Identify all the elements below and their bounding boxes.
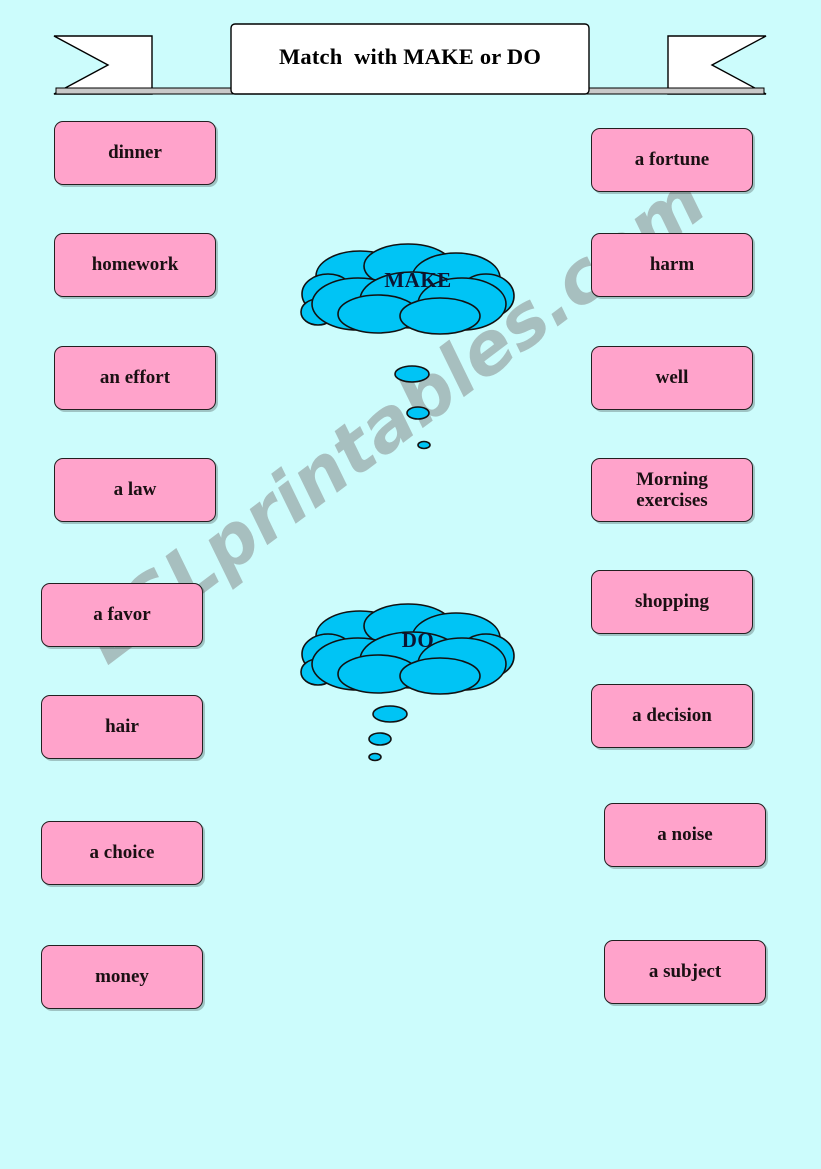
word-card-label: a noise — [657, 824, 713, 846]
word-card-right-5[interactable]: shopping — [591, 570, 753, 634]
word-card-label: shopping — [635, 591, 709, 613]
word-card-right-8[interactable]: a subject — [604, 940, 766, 1004]
make-thought-cloud: MAKE — [300, 238, 520, 458]
page-title: Match with MAKE or DO — [278, 44, 542, 69]
word-card-left-4[interactable]: a law — [54, 458, 216, 522]
word-card-right-2[interactable]: harm — [591, 233, 753, 297]
word-card-right-7[interactable]: a noise — [604, 803, 766, 867]
word-card-label: well — [655, 367, 689, 389]
word-card-right-6[interactable]: a decision — [591, 684, 753, 748]
make-cloud-label: MAKE — [384, 268, 452, 292]
word-card-label: a decision — [632, 705, 712, 727]
word-card-left-5[interactable]: a favor — [41, 583, 203, 647]
word-card-label: a favor — [93, 604, 151, 626]
word-card-right-3[interactable]: well — [591, 346, 753, 410]
word-card-label: dinner — [108, 142, 162, 164]
word-card-right-4[interactable]: Morning exercises — [591, 458, 753, 522]
word-card-left-3[interactable]: an effort — [54, 346, 216, 410]
word-card-label: a subject — [648, 961, 722, 983]
word-card-label: money — [95, 966, 149, 988]
word-card-label: a choice — [89, 842, 155, 864]
word-card-label: hair — [105, 716, 139, 738]
word-card-left-1[interactable]: dinner — [54, 121, 216, 185]
do-cloud-shape — [300, 603, 515, 762]
word-card-label: a law — [113, 479, 157, 501]
do-thought-cloud: DO — [300, 598, 520, 773]
word-card-left-6[interactable]: hair — [41, 695, 203, 759]
word-card-label: harm — [649, 254, 695, 276]
word-card-label: homework — [91, 254, 179, 276]
word-card-label: Morning exercises — [636, 468, 708, 511]
word-card-label: an effort — [99, 367, 171, 389]
word-card-label: a fortune — [634, 149, 710, 171]
word-card-left-8[interactable]: money — [41, 945, 203, 1009]
word-card-left-2[interactable]: homework — [54, 233, 216, 297]
word-card-right-1[interactable]: a fortune — [591, 128, 753, 192]
do-cloud-label: DO — [401, 628, 435, 652]
title-banner: Match with MAKE or DO — [52, 22, 768, 102]
worksheet-page: Match with MAKE or DO ESLprintables.com — [0, 0, 821, 1169]
word-card-left-7[interactable]: a choice — [41, 821, 203, 885]
